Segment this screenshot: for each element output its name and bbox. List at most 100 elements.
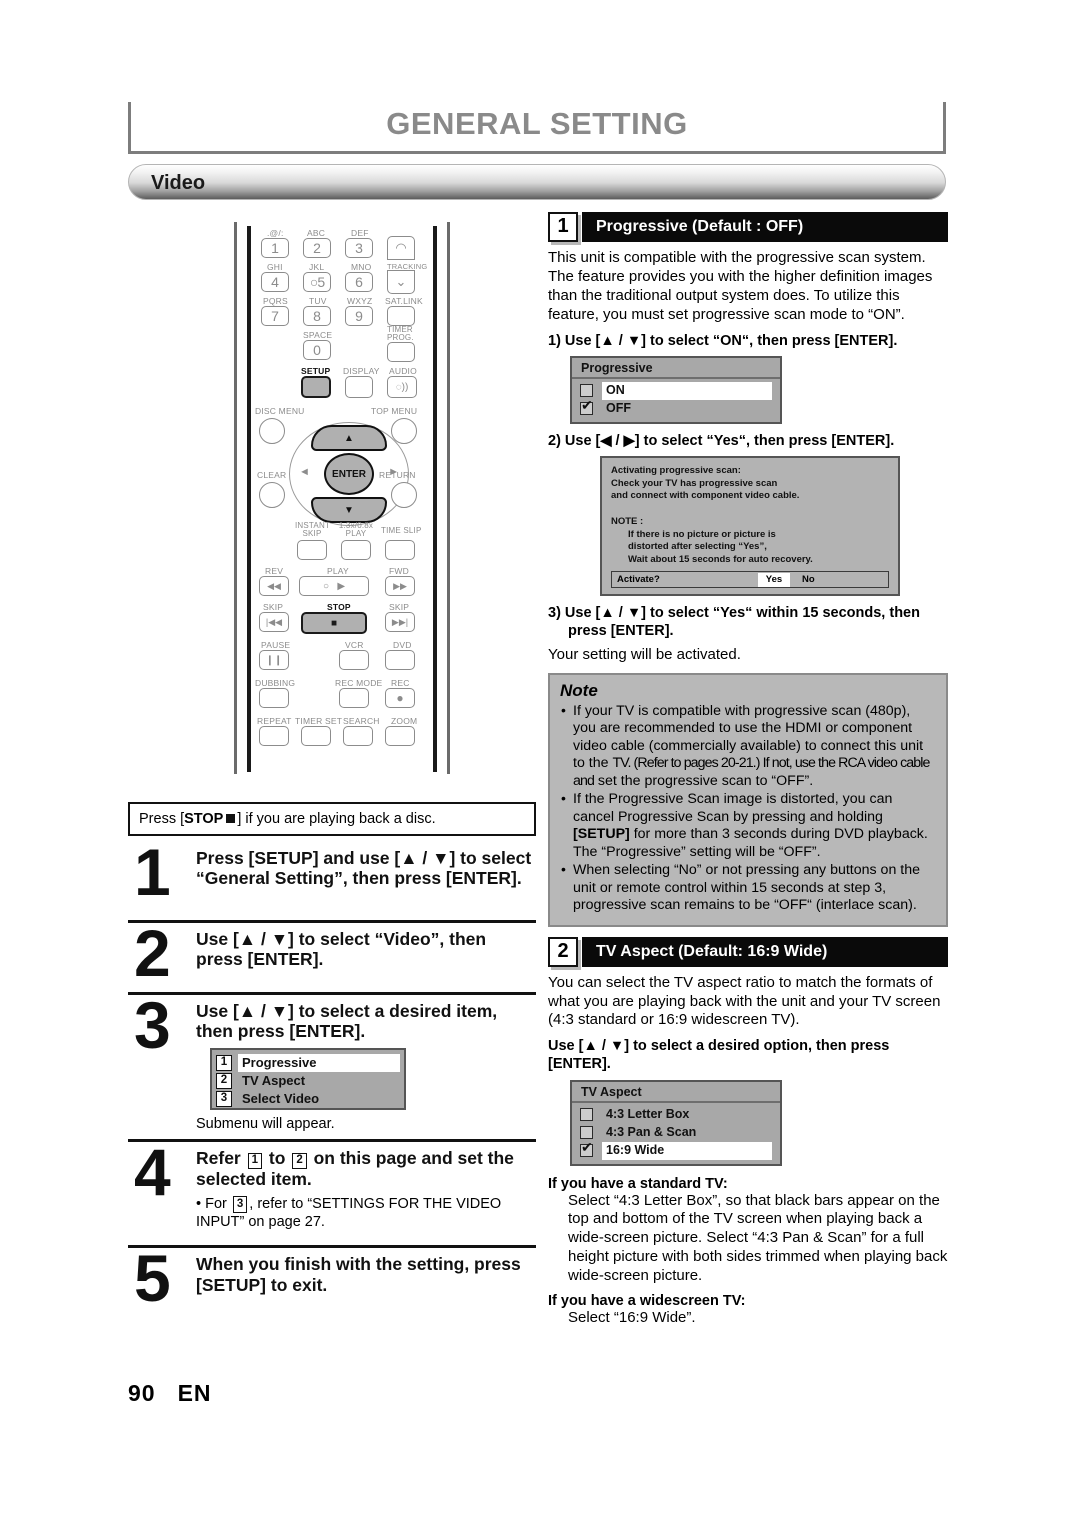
submenu-item-progressive[interactable]: Progressive [238, 1053, 400, 1072]
dpad-down-button[interactable]: ▼ [311, 497, 387, 523]
remote-key-time-slip[interactable] [385, 540, 415, 560]
step-1-number: 1 [134, 835, 171, 909]
key-label-skip-back: SKIP [263, 602, 284, 612]
procedure-steps: 1 Press [SETUP] and use [▲ / ▼] to selec… [128, 835, 536, 1323]
remote-key-4[interactable]: 4 [261, 272, 289, 292]
remote-key-pause[interactable]: ❙❙ [259, 650, 289, 670]
remote-key-skip-back[interactable]: |◀◀ [259, 612, 289, 632]
key-label-search: SEARCH [343, 716, 380, 726]
remote-key-instant-skip[interactable] [297, 540, 327, 560]
step-2-text: Use [▲ / ▼] to select “Video”, then pres… [196, 929, 487, 970]
key-label-repeat: REPEAT [257, 716, 292, 726]
remote-key-1[interactable]: 1 [261, 238, 289, 258]
progressive-option-off[interactable]: OFF [578, 398, 774, 418]
remote-key-play[interactable]: ○ ▶ [299, 576, 369, 596]
remote-key-7[interactable]: 7 [261, 306, 289, 326]
note-item-2: If the Progressive Scan image is distort… [560, 790, 936, 861]
remote-key-stop[interactable]: ■ [301, 612, 367, 634]
stop-square-icon [226, 814, 236, 824]
step-4-ref-2: 2 [292, 1152, 307, 1170]
submenu-item-select-video[interactable]: Select Video [238, 1090, 400, 1108]
key-label-instant-skip: INSTANT SKIP [295, 521, 331, 539]
key-label-time-slip: TIME SLIP [381, 526, 422, 535]
progressive-osd: Progressive ON OFF [570, 355, 782, 424]
section-bar-video: Video [128, 164, 946, 200]
remote-key-sat-link[interactable] [387, 306, 415, 326]
tv-aspect-use-line: Use [▲ / ▼] to select a desired option, … [548, 1038, 890, 1073]
progressive-osd-title: Progressive [572, 358, 780, 379]
submenu-index-3: 3 [216, 1090, 232, 1107]
remote-key-6[interactable]: 6 [345, 272, 373, 292]
remote-key-timer-prog[interactable] [387, 342, 415, 362]
remote-key-2[interactable]: 2 [303, 238, 331, 258]
remote-key-zoom[interactable] [385, 726, 415, 746]
remote-key-return[interactable] [391, 482, 417, 508]
remote-key-display[interactable] [345, 376, 373, 398]
remote-key-search[interactable] [343, 726, 373, 746]
note-list: If your TV is compatible with progressiv… [560, 702, 936, 915]
tv-aspect-intro: You can select the TV aspect ratio to ma… [548, 973, 941, 1029]
remote-key-vcr[interactable] [339, 650, 369, 670]
key-label-sat-link: SAT.LINK [385, 296, 423, 306]
remote-key-fwd[interactable]: ▶▶ [385, 576, 415, 596]
key-label-disc-menu: DISC MENU [255, 406, 305, 416]
key-label-timer-set: TIMER SET [295, 716, 343, 726]
key-label-play: PLAY [327, 566, 349, 576]
remote-key-setup[interactable] [301, 376, 331, 398]
tv-aspect-option-pan-scan[interactable]: 4:3 Pan & Scan [578, 1124, 774, 1142]
section-header-progressive: 1 Progressive (Default : OFF) [548, 212, 948, 242]
key-label-wxyz: WXYZ [347, 296, 373, 306]
key-label-tuv: TUV [309, 296, 327, 306]
remote-control-illustration: .@/: ABC DEF 1 2 3 ◠ GHI JKL MNO TRACKIN… [226, 222, 458, 778]
press-stop-text: Press [STOP] if you are playing back a d… [139, 811, 436, 827]
remote-key-timer-set[interactable] [301, 726, 331, 746]
key-label-audio: AUDIO [389, 366, 417, 376]
step-2: 2 Use [▲ / ▼] to select “Video”, then pr… [128, 920, 536, 992]
remote-key-disc-menu[interactable] [259, 418, 285, 444]
remote-key-enter[interactable]: ENTER [324, 453, 374, 495]
page-header-frame: GENERAL SETTING [128, 102, 946, 154]
key-label-fwd: FWD [389, 566, 409, 576]
remote-key-tracking-down[interactable]: ⌄ [387, 270, 415, 294]
remote-key-dubbing[interactable] [259, 688, 289, 708]
tv-aspect-option-letter-box[interactable]: 4:3 Letter Box [578, 1106, 774, 1124]
progressive-option-on[interactable]: ON [578, 381, 774, 400]
remote-key-tracking-up[interactable]: ◠ [387, 236, 415, 260]
remote-key-rec[interactable]: ● [385, 688, 415, 708]
remote-key-skip-fwd[interactable]: ▶▶| [385, 612, 415, 632]
key-label-dubbing: DUBBING [255, 678, 296, 688]
remote-outer-edge-left [234, 222, 237, 774]
remote-key-8[interactable]: 8 [303, 306, 331, 326]
dialog-no-button[interactable]: No [802, 574, 815, 585]
remote-key-repeat[interactable] [259, 726, 289, 746]
step-4-ref-3: 3 [232, 1196, 248, 1213]
remote-key-5[interactable]: ○5 [303, 272, 331, 292]
step-3-subtext: Submenu will appear. [196, 1115, 335, 1132]
remote-key-dvd[interactable] [385, 650, 415, 670]
remote-key-speed-play[interactable] [341, 540, 371, 560]
remote-key-audio[interactable]: ◌)) [387, 376, 417, 398]
dialog-activate-question: Activate? [617, 573, 660, 585]
key-label-display: DISPLAY [343, 366, 380, 376]
key-label-timer-prog: TIMER PROG. [387, 325, 414, 343]
key-label-vcr: VCR [345, 640, 364, 650]
dialog-action-bar: Activate? Yes No [611, 570, 889, 588]
remote-key-0[interactable]: 0 [303, 340, 331, 360]
dialog-yes-button[interactable]: Yes [758, 572, 790, 587]
remote-key-rev[interactable]: ◀◀ [259, 576, 289, 596]
remote-key-3[interactable]: 3 [345, 238, 373, 258]
remote-key-9[interactable]: 9 [345, 306, 373, 326]
section-title-tv-aspect: TV Aspect (Default: 16:9 Wide) [582, 936, 948, 967]
submenu-right-arrow-icon [382, 1055, 396, 1072]
remote-key-clear[interactable] [259, 482, 285, 508]
dpad-up-button[interactable]: ▲ [311, 425, 387, 451]
step-3: 3 Use [▲ / ▼] to select a desired item, … [128, 992, 536, 1139]
section-tag-2: 2 [548, 936, 578, 967]
submenu-item-tv-aspect[interactable]: TV Aspect [238, 1072, 400, 1090]
dpad-left-button[interactable]: ◄ [299, 466, 310, 478]
key-label-zoom: ZOOM [391, 716, 418, 726]
progressive-intro: This unit is compatible with the progres… [548, 249, 933, 323]
remote-key-rec-mode[interactable] [339, 688, 369, 708]
standard-tv-head: If you have a standard TV: [548, 1175, 728, 1192]
tv-aspect-option-16-9-wide[interactable]: 16:9 Wide [578, 1140, 774, 1160]
